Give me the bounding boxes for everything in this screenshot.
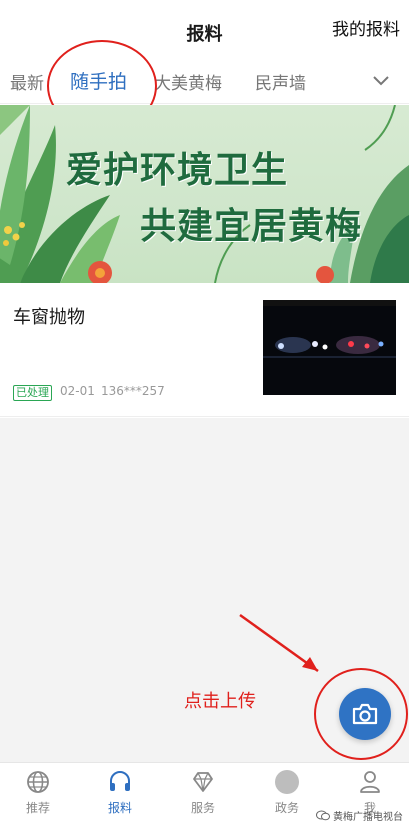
- nav-label-recommend: 推荐: [25, 801, 50, 815]
- tab-snapshot[interactable]: 随手拍: [70, 67, 127, 94]
- diamond-icon: [193, 772, 213, 792]
- camera-icon: [352, 703, 378, 725]
- nav-item-government[interactable]: 政务: [252, 763, 322, 823]
- watermark-text: 黄梅广播电视台: [333, 812, 403, 823]
- banner-image[interactable]: 爱护环境卫生 共建宜居黄梅: [0, 105, 409, 283]
- nav-item-report[interactable]: 报料: [85, 763, 155, 823]
- nav-label-report: 报料: [107, 801, 132, 815]
- annotation-arrow: [239, 613, 319, 673]
- wechat-icon: [316, 810, 330, 821]
- nav-label-service: 服务: [190, 801, 215, 815]
- tab-bar: 最新 随手拍 大美黄梅 民声墙: [0, 58, 409, 104]
- nav-item-service[interactable]: 服务: [168, 763, 238, 823]
- my-report-link[interactable]: 我的报料: [332, 15, 400, 40]
- tab-beautiful-huangmei[interactable]: 大美黄梅: [154, 69, 222, 94]
- globe-icon: [27, 771, 49, 793]
- status-badge: 已处理: [13, 385, 52, 401]
- tab-latest[interactable]: 最新: [10, 69, 44, 94]
- nav-label-government: 政务: [274, 801, 299, 815]
- banner-headline-1: 爱护环境卫生: [66, 149, 289, 191]
- watermark: 黄梅广播电视台: [316, 808, 403, 823]
- headphones-icon: [110, 771, 130, 791]
- banner-headline-2: 共建宜居黄梅: [140, 205, 363, 247]
- tab-public-voice-wall[interactable]: 民声墙: [255, 69, 306, 94]
- circle-icon: [275, 770, 299, 794]
- news-date: 02-01: [60, 384, 95, 398]
- banner-foliage: [0, 105, 409, 283]
- annotation-text: 点击上传: [184, 691, 256, 712]
- news-phone: 136***257: [101, 384, 165, 398]
- chevron-down-icon[interactable]: [369, 68, 393, 92]
- news-title: 车窗抛物: [13, 307, 85, 328]
- top-bar: 报料 我的报料: [0, 0, 409, 58]
- camera-upload-button[interactable]: [339, 688, 391, 740]
- news-thumbnail: [263, 300, 396, 395]
- user-icon: [360, 771, 380, 793]
- list-item[interactable]: 车窗抛物 已处理 02-01 136***257: [0, 283, 409, 417]
- nav-item-recommend[interactable]: 推荐: [3, 763, 73, 823]
